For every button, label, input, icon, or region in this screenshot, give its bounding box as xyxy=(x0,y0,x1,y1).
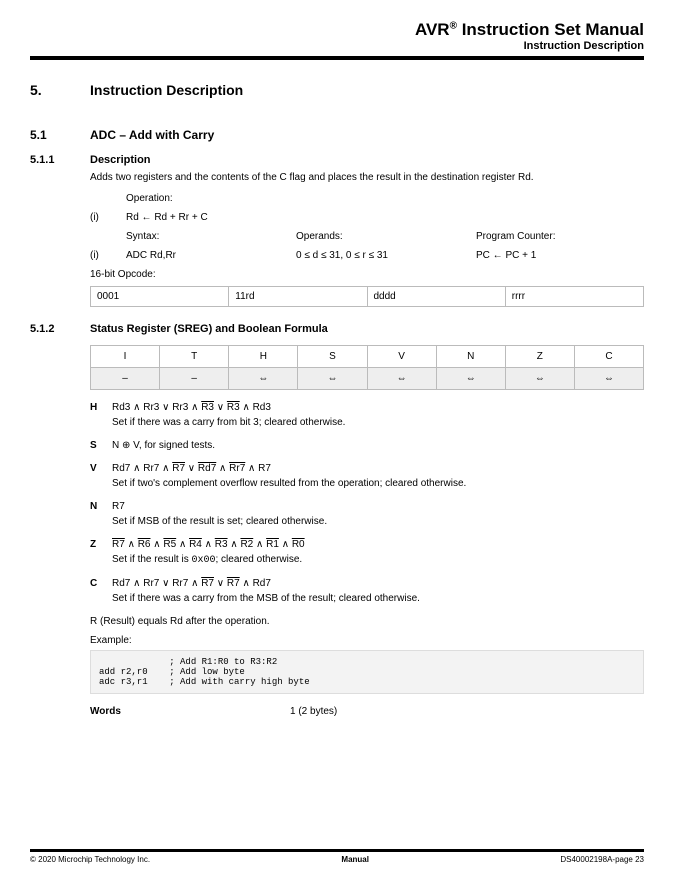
opcode-cell: rrrr xyxy=(505,287,643,307)
flag-letter: C xyxy=(90,578,112,589)
operation-index: (i) xyxy=(90,212,126,223)
syntax-value-row: (i) ADC Rd,Rr 0 ≤ d ≤ 31, 0 ≤ r ≤ 31 PC … xyxy=(90,250,644,261)
sreg-header: C xyxy=(574,346,643,368)
section-5-1-heading: 5.1 ADC – Add with Carry xyxy=(30,128,644,142)
opcode-label: 16-bit Opcode: xyxy=(90,269,644,280)
opcode-cell: 11rd xyxy=(229,287,367,307)
pc-header: Program Counter: xyxy=(476,231,555,242)
example-label: Example: xyxy=(90,635,644,646)
section-5-1-1-heading: 5.1.1 Description xyxy=(30,154,644,166)
sreg-value: ⇔ xyxy=(298,368,367,390)
pc-value: PC ← PC + 1 xyxy=(476,250,536,261)
description-paragraph: Adds two registers and the contents of t… xyxy=(90,172,644,183)
syntax-header: Syntax: xyxy=(126,231,296,242)
sreg-header: V xyxy=(367,346,436,368)
section-number: 5. xyxy=(30,82,90,98)
footer-left: © 2020 Microchip Technology Inc. xyxy=(30,855,150,864)
flag-definitions: H Rd3 ∧ Rr3 ∨ Rr3 ∧ R3 ∨ R3 ∧ Rd3 Set if… xyxy=(90,402,644,604)
flag-formula: N ⊕ V, for signed tests. xyxy=(112,440,215,451)
opcode-cell: 0001 xyxy=(91,287,229,307)
header-rule xyxy=(30,56,644,60)
section-5-heading: 5. Instruction Description xyxy=(30,82,644,98)
flag-description: Set if two's complement overflow resulte… xyxy=(112,478,644,489)
doc-title: AVR® Instruction Set Manual xyxy=(30,20,644,40)
operands-header: Operands: xyxy=(296,231,476,242)
section-title: Description xyxy=(90,154,151,166)
operation-row: (i) Rd ← Rd + Rr + C xyxy=(90,212,644,223)
flag-description: Set if the result is 0x00; cleared other… xyxy=(112,554,644,566)
doc-subtitle: Instruction Description xyxy=(30,40,644,52)
words-value: 1 (2 bytes) xyxy=(290,706,337,717)
flag-formula: R7 xyxy=(112,501,125,512)
flag-formula: Rd7 ∧ Rr7 ∧ R7 ∨ Rd7 ∧ Rr7 ∧ R7 xyxy=(112,463,271,474)
sreg-header: H xyxy=(229,346,298,368)
footer-center: Manual xyxy=(341,855,369,864)
flag-letter: S xyxy=(90,440,112,451)
sreg-value: ⇔ xyxy=(436,368,505,390)
sreg-value: ⇔ xyxy=(229,368,298,390)
flag-formula: Rd7 ∧ Rr7 ∨ Rr7 ∧ R7 ∨ R7 ∧ Rd7 xyxy=(112,578,271,589)
sreg-header: T xyxy=(160,346,229,368)
operation-label: Operation: xyxy=(126,193,644,204)
section-title: Instruction Description xyxy=(90,82,243,98)
sreg-value: – xyxy=(160,368,229,390)
opcode-cell: dddd xyxy=(367,287,505,307)
footer-right: DS40002198A-page 23 xyxy=(560,855,644,864)
section-number: 5.1.2 xyxy=(30,323,90,335)
sreg-header: Z xyxy=(505,346,574,368)
flag-description: Set if there was a carry from bit 3; cle… xyxy=(112,417,644,428)
sreg-header: N xyxy=(436,346,505,368)
page-footer: © 2020 Microchip Technology Inc. Manual … xyxy=(30,849,644,864)
section-number: 5.1 xyxy=(30,128,90,142)
example-code: ; Add R1:R0 to R3:R2 add r2,r0 ; Add low… xyxy=(90,650,644,694)
opcode-table: 0001 11rd dddd rrrr xyxy=(90,286,644,307)
flag-letter: V xyxy=(90,463,112,474)
section-title: ADC – Add with Carry xyxy=(90,128,214,142)
flag-letter: H xyxy=(90,402,112,413)
section-title: Status Register (SREG) and Boolean Formu… xyxy=(90,323,328,335)
flag-description: Set if MSB of the result is set; cleared… xyxy=(112,516,644,527)
flag-formula: Rd3 ∧ Rr3 ∨ Rr3 ∧ R3 ∨ R3 ∧ Rd3 xyxy=(112,402,271,413)
sreg-value: ⇔ xyxy=(574,368,643,390)
syntax-value: ADC Rd,Rr xyxy=(126,250,296,261)
words-row: Words 1 (2 bytes) xyxy=(90,706,644,717)
syntax-header-row: Syntax: Operands: Program Counter: xyxy=(90,231,644,242)
sreg-table: I T H S V N Z C – – ⇔ ⇔ ⇔ ⇔ ⇔ ⇔ xyxy=(90,345,644,390)
flag-letter: Z xyxy=(90,539,112,550)
sreg-header: S xyxy=(298,346,367,368)
sreg-value: ⇔ xyxy=(505,368,574,390)
flag-formula: R7 ∧ R6 ∧ R5 ∧ R4 ∧ R3 ∧ R2 ∧ R1 ∧ R0 xyxy=(112,539,305,550)
page-header: AVR® Instruction Set Manual Instruction … xyxy=(30,20,644,52)
flag-description: Set if there was a carry from the MSB of… xyxy=(112,593,644,604)
sreg-header: I xyxy=(91,346,160,368)
words-label: Words xyxy=(90,706,290,717)
operation-text: Rd ← Rd + Rr + C xyxy=(126,212,208,223)
sreg-value: ⇔ xyxy=(367,368,436,390)
flag-letter: N xyxy=(90,501,112,512)
result-note: R (Result) equals Rd after the operation… xyxy=(90,616,644,627)
operands-value: 0 ≤ d ≤ 31, 0 ≤ r ≤ 31 xyxy=(296,250,476,261)
sreg-value: – xyxy=(91,368,160,390)
section-number: 5.1.1 xyxy=(30,154,90,166)
footer-rule xyxy=(30,849,644,852)
syntax-index: (i) xyxy=(90,250,126,261)
section-5-1-2-heading: 5.1.2 Status Register (SREG) and Boolean… xyxy=(30,323,644,335)
